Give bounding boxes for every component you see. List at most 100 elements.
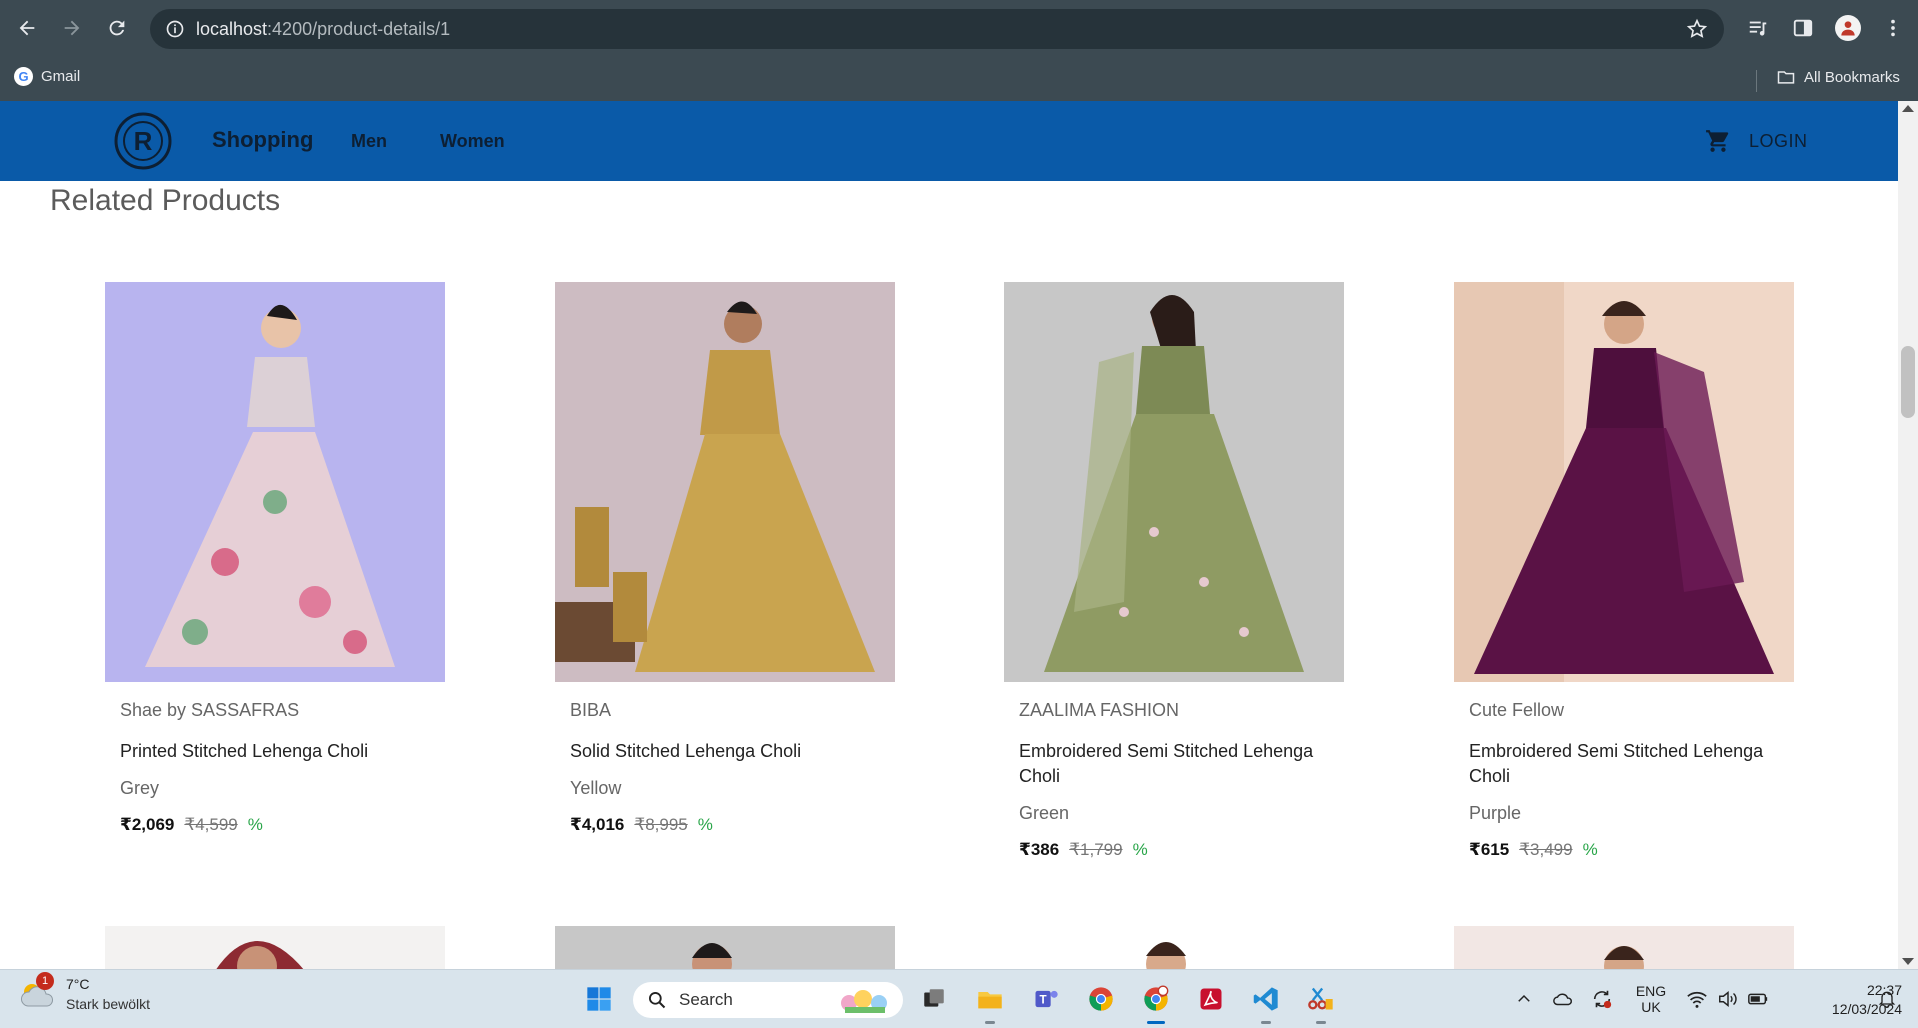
forward-button[interactable] — [54, 10, 90, 46]
product-image[interactable] — [105, 282, 445, 682]
product-image[interactable] — [555, 282, 895, 682]
notification-bell-icon[interactable] — [1870, 982, 1904, 1016]
chrome-icon[interactable] — [1084, 982, 1118, 1016]
scroll-thumb[interactable] — [1901, 346, 1915, 418]
product-image[interactable] — [105, 926, 445, 971]
product-brand: Cute Fellow — [1469, 700, 1565, 720]
file-explorer-icon[interactable] — [973, 982, 1007, 1024]
nav-women[interactable]: Women — [440, 131, 505, 152]
product-mrp: ₹8,995 — [634, 815, 688, 834]
product-title[interactable]: Embroidered Semi Stitched Lehenga Choli — [1019, 739, 1339, 789]
product-discount: % — [1132, 840, 1148, 859]
product-color: Green — [1019, 803, 1070, 823]
bookmark-star-icon[interactable] — [1686, 18, 1708, 40]
brand-link[interactable]: Shopping — [212, 127, 313, 153]
weather-cloud-icon: 1 — [20, 972, 56, 1012]
app-logo[interactable]: R — [113, 111, 173, 171]
product-title[interactable]: Solid Stitched Lehenga Choli — [570, 739, 890, 764]
folder-icon — [1777, 71, 1795, 84]
product-image[interactable] — [1004, 282, 1344, 682]
search-icon — [649, 992, 666, 1009]
product-color: Yellow — [570, 778, 622, 798]
bookmark-label: Gmail — [41, 68, 81, 85]
volume-icon[interactable] — [1711, 982, 1745, 1016]
app-header: R Shopping Men Women LOGIN — [0, 101, 1898, 181]
page-scrollbar[interactable] — [1898, 101, 1918, 969]
weather-badge: 1 — [36, 972, 54, 990]
section-title: Related Products — [50, 184, 281, 217]
product-card[interactable]: ZAALIMA FASHION Embroidered Semi Stitche… — [1004, 282, 1344, 860]
all-bookmarks-label: All Bookmarks — [1804, 68, 1900, 86]
arrow-left-icon — [19, 20, 35, 36]
running-indicator — [1147, 1021, 1165, 1024]
site-info-icon[interactable] — [164, 18, 186, 40]
address-bar[interactable]: localhost:4200/product-details/1 — [150, 9, 1724, 49]
windows-start-icon[interactable] — [582, 982, 616, 1016]
acrobat-icon[interactable] — [1194, 982, 1228, 1016]
language-indicator[interactable]: ENG UK — [1634, 983, 1668, 1015]
reload-icon — [109, 20, 125, 36]
product-color: Purple — [1469, 803, 1522, 823]
chrome-profile-icon[interactable] — [1139, 982, 1173, 1024]
product-title[interactable]: Printed Stitched Lehenga Choli — [120, 739, 440, 764]
product-discount: % — [1582, 840, 1598, 859]
chrome-menu-icon[interactable] — [1880, 15, 1906, 41]
side-panel-icon[interactable] — [1790, 15, 1816, 41]
product-price: ₹615 — [1469, 840, 1510, 859]
back-button[interactable] — [9, 10, 45, 46]
cart-icon[interactable] — [1705, 128, 1731, 154]
product-mrp: ₹3,499 — [1519, 840, 1573, 859]
profile-icon — [1841, 21, 1855, 36]
vscode-icon[interactable] — [1249, 982, 1283, 1024]
taskbar: 1 7°C Stark bewölkt Search T ENG UK 22:3… — [0, 969, 1918, 1028]
snipping-tool-icon[interactable] — [1304, 982, 1338, 1024]
product-price: ₹2,069 — [120, 815, 175, 834]
product-card[interactable]: BIBA Solid Stitched Lehenga Choli Yellow… — [555, 282, 895, 835]
search-label: Search — [679, 990, 733, 1009]
product-card[interactable]: Cute Fellow Embroidered Semi Stitched Le… — [1454, 282, 1794, 860]
taskbar-search[interactable]: Search — [633, 982, 903, 1018]
product-brand: ZAALIMA FASHION — [1019, 700, 1180, 720]
product-price-row: ₹4,016 ₹8,995 % — [570, 815, 895, 835]
product-card[interactable]: Shae by SASSAFRAS Printed Stitched Lehen… — [105, 282, 445, 835]
sync-icon[interactable] — [1585, 982, 1619, 1016]
nav-men[interactable]: Men — [351, 131, 387, 152]
product-brand: BIBA — [570, 700, 612, 720]
chevron-up-icon[interactable] — [1507, 982, 1541, 1016]
scroll-down-icon[interactable] — [1902, 958, 1914, 965]
language-region: UK — [1641, 999, 1661, 1015]
all-bookmarks-button[interactable]: All Bookmarks — [1776, 67, 1900, 87]
browser-toolbar: localhost:4200/product-details/1 G Gmail… — [0, 0, 1918, 101]
product-price-row: ₹615 ₹3,499 % — [1469, 840, 1794, 860]
running-indicator — [1261, 1021, 1271, 1024]
bookmark-gmail[interactable]: G Gmail — [14, 67, 80, 86]
product-mrp: ₹1,799 — [1069, 840, 1123, 859]
product-mrp: ₹4,599 — [184, 815, 238, 834]
product-price-row: ₹386 ₹1,799 % — [1019, 840, 1344, 860]
url-text[interactable]: localhost:4200/product-details/1 — [196, 19, 450, 40]
product-image[interactable] — [1454, 926, 1794, 971]
onedrive-icon[interactable] — [1546, 982, 1580, 1016]
svg-text:T: T — [1040, 994, 1047, 1007]
product-image[interactable] — [1004, 926, 1344, 971]
google-icon: G — [14, 67, 33, 86]
product-price: ₹4,016 — [570, 815, 625, 834]
bookmarks-bar: G Gmail All Bookmarks — [0, 60, 1918, 101]
weather-widget[interactable]: 1 7°C Stark bewölkt — [20, 972, 150, 1012]
url-host: localhost — [196, 18, 268, 39]
reload-button[interactable] — [99, 10, 135, 46]
task-view-icon[interactable] — [917, 982, 951, 1016]
teams-icon[interactable]: T — [1029, 982, 1063, 1016]
product-color: Grey — [120, 778, 160, 798]
product-image[interactable] — [1454, 282, 1794, 682]
login-button[interactable]: LOGIN — [1749, 131, 1808, 152]
battery-icon[interactable] — [1741, 982, 1775, 1016]
reading-list-icon[interactable] — [1745, 15, 1771, 41]
product-image[interactable] — [555, 926, 895, 971]
language-code: ENG — [1635, 983, 1667, 999]
wifi-icon[interactable] — [1680, 982, 1714, 1016]
profile-avatar[interactable] — [1835, 15, 1861, 41]
product-title[interactable]: Embroidered Semi Stitched Lehenga Choli — [1469, 739, 1789, 789]
scroll-up-icon[interactable] — [1902, 105, 1914, 112]
running-indicator — [1316, 1021, 1326, 1024]
